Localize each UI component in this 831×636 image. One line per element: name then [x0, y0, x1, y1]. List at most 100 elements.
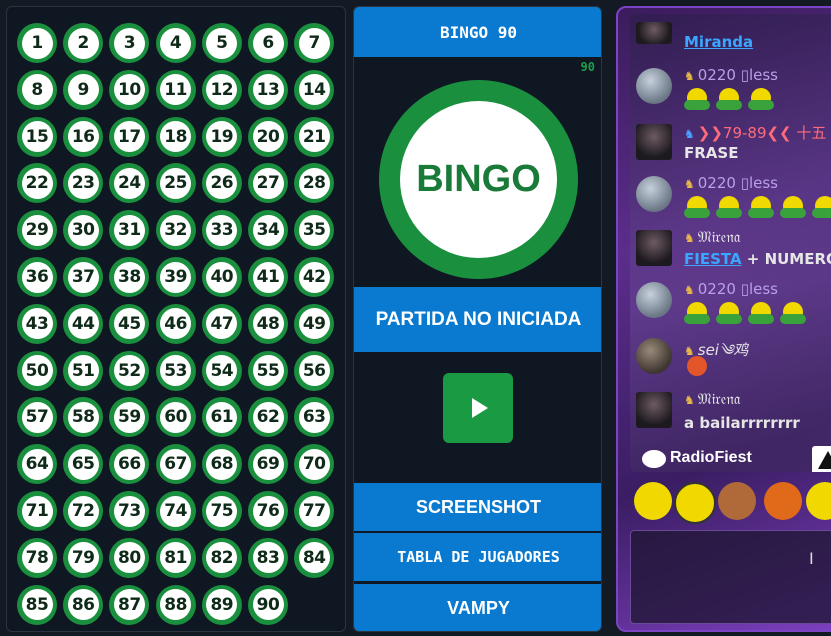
- number-ball-label: 4: [160, 27, 192, 59]
- vampy-button[interactable]: VAMPY: [354, 584, 601, 631]
- number-ball: 39: [155, 257, 196, 297]
- number-ball: 10: [109, 69, 150, 110]
- number-ball-label: 83: [252, 542, 284, 574]
- chat-username[interactable]: ♞ 0220 ▯less: [684, 174, 778, 192]
- number-ball: 7: [294, 23, 335, 63]
- crown-icon: ♞: [684, 127, 695, 141]
- number-ball-label: 50: [21, 355, 53, 387]
- chat-username[interactable]: ♞ ❯❯79-89❮❮ 十五: [684, 122, 826, 143]
- chat-input[interactable]: I: [630, 530, 831, 624]
- number-ball-label: 38: [113, 261, 145, 293]
- play-button[interactable]: [443, 373, 513, 443]
- number-ball: 61: [201, 397, 242, 438]
- number-ball-label: 36: [21, 261, 53, 293]
- number-ball-label: 9: [67, 74, 99, 106]
- number-ball-label: 74: [160, 495, 192, 527]
- number-ball: 85: [17, 584, 57, 625]
- avatar: [636, 338, 672, 374]
- chat-link[interactable]: FIESTA: [684, 250, 742, 268]
- number-ball: 90: [248, 584, 288, 625]
- number-ball: 20: [248, 116, 288, 157]
- number-ball: 4: [155, 23, 196, 63]
- number-ball-label: 70: [298, 448, 330, 480]
- chat-username[interactable]: ♞ 𝔐𝔦𝔯𝔢𝔫𝔞: [684, 228, 740, 246]
- number-ball-label: 43: [21, 308, 53, 340]
- number-ball: 40: [201, 257, 242, 297]
- number-ball: 27: [248, 163, 288, 204]
- alert-button[interactable]: [812, 446, 831, 472]
- number-ball-label: 25: [160, 167, 192, 199]
- number-ball: 60: [155, 397, 196, 438]
- number-ball: 74: [155, 491, 196, 531]
- smile-emote-icon[interactable]: [634, 482, 672, 520]
- number-ball-label: 31: [113, 214, 145, 246]
- screenshot-button[interactable]: SCREENSHOT: [354, 483, 601, 531]
- number-ball: 58: [63, 397, 104, 438]
- fox-emote-icon[interactable]: [764, 482, 802, 520]
- chat-username[interactable]: Miranda: [684, 33, 753, 51]
- avatar: [636, 68, 672, 104]
- crown-icon: ♞: [684, 177, 695, 191]
- number-ball-label: 73: [113, 495, 145, 527]
- number-ball-label: 85: [21, 589, 53, 621]
- emote-picker[interactable]: [630, 478, 831, 528]
- chat-text: a bailarrrrrrrr: [684, 414, 800, 432]
- number-ball: 2: [63, 23, 104, 63]
- mushroom-emote-icon: [684, 356, 710, 380]
- number-ball: 14: [294, 69, 335, 110]
- number-ball: 76: [248, 491, 288, 531]
- number-ball: 16: [63, 116, 104, 157]
- number-ball: 1: [17, 23, 57, 63]
- number-ball-label: 39: [160, 261, 192, 293]
- game-panel: BINGO 90 90 BINGO PARTIDA NO INICIADA SC…: [353, 6, 602, 632]
- dj-emote-icon[interactable]: [718, 482, 756, 520]
- number-ball: 33: [201, 210, 242, 251]
- emote-icon: [748, 88, 774, 112]
- emote-icon: [684, 88, 710, 112]
- chat-username[interactable]: ♞ 0220 ▯less: [684, 280, 778, 298]
- number-ball-label: 60: [160, 401, 192, 433]
- number-ball: 52: [109, 350, 150, 391]
- number-ball: 51: [63, 350, 104, 391]
- chat-message-list[interactable]: Miranda ♞ 0220 ▯less ♞ ❯❯79-89❮❮ 十五 FRASE …: [630, 14, 831, 472]
- chat-username[interactable]: ♞ 0220 ▯less: [684, 66, 778, 84]
- number-ball: 28: [294, 163, 335, 204]
- number-ball: 8: [17, 69, 57, 110]
- number-ball-label: 32: [160, 214, 192, 246]
- number-ball: 41: [248, 257, 288, 297]
- number-ball: 78: [17, 537, 57, 578]
- number-ball-label: 90: [252, 589, 284, 621]
- avatar: [636, 230, 672, 266]
- number-ball-label: 1: [21, 27, 53, 59]
- divider: [354, 581, 601, 583]
- number-ball-label: 41: [252, 261, 284, 293]
- number-ball-label: 55: [252, 355, 284, 387]
- number-ball-label: 62: [252, 401, 284, 433]
- number-ball-label: 67: [160, 448, 192, 480]
- number-ball-label: 16: [67, 121, 99, 153]
- number-ball-label: 27: [252, 167, 284, 199]
- headphones-emote-icon[interactable]: [674, 482, 716, 524]
- number-ball-label: 40: [206, 261, 238, 293]
- number-ball: 83: [248, 537, 288, 578]
- number-ball-label: 68: [206, 448, 238, 480]
- number-ball-label: 84: [298, 542, 330, 574]
- number-ball-label: 47: [206, 308, 238, 340]
- number-ball: 43: [17, 303, 57, 344]
- emote-icon: [748, 302, 774, 326]
- chat-panel: Miranda ♞ 0220 ▯less ♞ ❯❯79-89❮❮ 十五 FRASE …: [616, 6, 831, 632]
- number-ball: 29: [17, 210, 57, 251]
- number-ball-label: 42: [298, 261, 330, 293]
- crown-icon: ♞: [684, 283, 695, 297]
- number-ball-label: 80: [113, 542, 145, 574]
- game-status: PARTIDA NO INICIADA: [354, 287, 601, 352]
- number-ball: 30: [63, 210, 104, 251]
- number-ball: 88: [155, 584, 196, 625]
- number-ball-label: 3: [113, 27, 145, 59]
- number-ball-label: 61: [206, 401, 238, 433]
- grin-emote-icon[interactable]: [806, 482, 831, 520]
- number-ball-label: 20: [252, 121, 284, 153]
- chat-username[interactable]: ♞ 𝔐𝔦𝔯𝔢𝔫𝔞: [684, 390, 740, 408]
- number-ball-label: 21: [298, 121, 330, 153]
- players-table-button[interactable]: TABLA DE JUGADORES: [354, 533, 601, 581]
